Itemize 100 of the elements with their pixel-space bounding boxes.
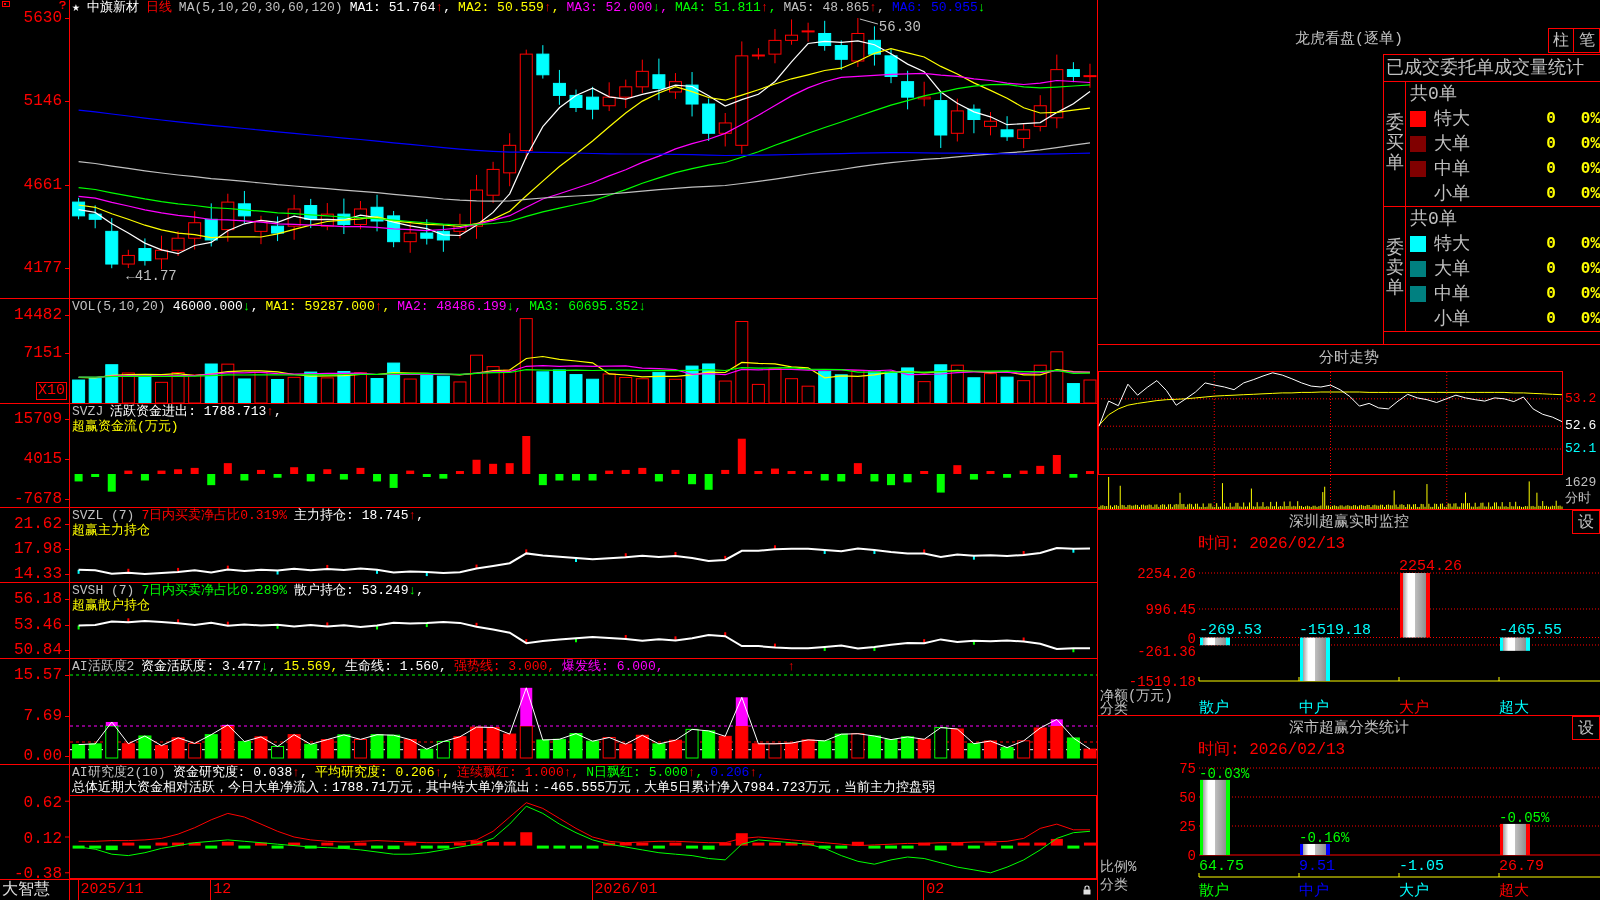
- indicator-reading: 主力持仓: 18.745↑,: [294, 508, 425, 523]
- lock-icon: [1083, 885, 1091, 895]
- indicator-reading: 爆发线: 6.000,: [562, 659, 664, 674]
- table-title: 已成交委托单成交量统计: [1384, 55, 1600, 82]
- indicator-subtitle: 超赢散户持仓: [72, 598, 150, 613]
- order-count: 0: [1546, 283, 1556, 304]
- axis-label: 4015: [23, 451, 69, 467]
- order-share: 0%: [1580, 258, 1600, 279]
- indicator-reading: 连续飘红: 1.000↑,: [457, 765, 580, 780]
- axis-label: 0.12: [23, 829, 62, 848]
- unit-badge: X10: [36, 382, 67, 400]
- change-label: -0.03%: [1199, 766, 1250, 782]
- axis-tick-label: 25: [1179, 819, 1196, 835]
- axis-label: 7151: [23, 344, 69, 361]
- axis-label: 4661: [23, 176, 69, 193]
- order-type: 小单: [1434, 308, 1471, 329]
- indicator-subtitle: 超赢资金流(万元): [72, 419, 179, 434]
- order-type: 大单: [1434, 258, 1471, 279]
- indicator-params: MA(5,10,20,30,60,120): [178, 0, 343, 15]
- panel-title: 龙虎看盘(逐单): [1295, 31, 1403, 48]
- indicator-reading: MA1: 51.764↑,: [349, 0, 452, 15]
- mode-button[interactable]: 柱: [1548, 28, 1574, 53]
- bar-value-label: -465.55: [1499, 621, 1562, 639]
- order-type: 中单: [1434, 158, 1471, 179]
- mode-button[interactable]: 笔: [1574, 28, 1600, 53]
- indicator-note: 7日内买卖净占比0.289%: [141, 583, 288, 598]
- order-count: 0: [1546, 108, 1556, 129]
- order-count: 0: [1546, 183, 1556, 204]
- category-label: 大户: [1399, 700, 1429, 715]
- axis-label: 7.69: [23, 707, 69, 724]
- order-share: 0%: [1580, 308, 1600, 329]
- order-total: 共0单: [1409, 208, 1458, 231]
- settings-button[interactable]: 设: [1572, 716, 1600, 740]
- order-type: 中单: [1434, 283, 1471, 304]
- order-share: 0%: [1580, 233, 1600, 254]
- axis-label: 4177: [23, 260, 69, 276]
- axis-tick-label: -1519.18: [1128, 674, 1196, 690]
- order-share: 0%: [1580, 183, 1600, 204]
- signal-arrow: ↑: [787, 659, 796, 674]
- indicator-reading: MA3: 52.000↓,: [566, 0, 668, 15]
- chart-bar: [1300, 843, 1330, 855]
- order-count: 0: [1546, 133, 1556, 154]
- indicator-reading: 活跃资金进出: 1788.713↑,: [110, 404, 282, 419]
- bar-value-label: -1.05: [1399, 858, 1444, 875]
- category-label: 散户: [1199, 883, 1229, 900]
- date-label: 2026/01: [591, 880, 658, 900]
- axis-label: 5146: [23, 93, 69, 110]
- analysis-summary: 总体近期大资金相对活跃，今日大单净流入：1788.71万元，其中特大单净流出：-465.555万元，大单5日累计净入7984.723万元，当前主力控盘弱: [72, 780, 936, 795]
- stock-name: 中旗新材: [86, 0, 139, 15]
- indicator-reading: 15.569,: [283, 659, 339, 674]
- group-label: 委卖单: [1385, 239, 1404, 299]
- price-annotation: ←41.77: [126, 268, 177, 284]
- chart-bar: [1200, 637, 1230, 646]
- order-count: 0: [1546, 308, 1556, 329]
- date-time-label: 时间: 2026/02/13: [1198, 740, 1346, 760]
- chart-bar: [1500, 823, 1530, 855]
- indicator-note: 7日内买卖净占比0.319%: [141, 508, 288, 523]
- bar-value-label: 9.51: [1299, 858, 1335, 875]
- category-label: 超大: [1499, 700, 1529, 715]
- indicator-reading: 生命线: 1.560,: [345, 659, 447, 674]
- axis-label: 15.57: [14, 667, 69, 683]
- axis-label: 53.46: [14, 616, 69, 633]
- axis-label: 21.62: [14, 516, 69, 532]
- settings-button[interactable]: 设: [1572, 510, 1600, 534]
- order-share: 0%: [1580, 133, 1600, 154]
- group-label: 委买单: [1385, 114, 1404, 174]
- date-label: 02: [923, 880, 945, 900]
- indicator-reading: 46000.000↓,: [172, 299, 259, 314]
- bar-value-label: 2254.26: [1399, 558, 1462, 575]
- indicator-reading: MA6: 50.955↓: [891, 0, 986, 15]
- bar-value-label: -269.53: [1199, 621, 1262, 639]
- axis-tick-label: 2254.26: [1137, 566, 1196, 582]
- date-label: 2025/11: [77, 880, 144, 900]
- axis-label: -7678: [14, 491, 69, 507]
- panel-title: 深圳超赢实时监控: [1289, 513, 1409, 531]
- category-label: 超大: [1499, 883, 1529, 900]
- axis-label: 14482: [14, 307, 69, 323]
- chart-bar: [1300, 637, 1330, 681]
- indicator-reading: MA2: 48486.199↓,: [397, 299, 523, 314]
- axis-label: 50.84: [14, 642, 69, 658]
- indicator-title: SVZL (7): [72, 508, 135, 523]
- order-share: 0%: [1580, 108, 1600, 129]
- order-total: 共0单: [1409, 83, 1458, 106]
- indicator-reading: 强势线: 3.000,: [453, 659, 556, 674]
- indicator-reading: 资金研究度: 0.038↑,: [172, 765, 308, 780]
- order-type: 大单: [1434, 133, 1471, 154]
- change-label: -0.16%: [1299, 829, 1350, 846]
- chart-bar: [1400, 573, 1430, 638]
- category-label: 中户: [1299, 883, 1329, 900]
- window-icon[interactable]: [2, 1, 10, 8]
- panel-title: 深市超赢分类统计: [1289, 719, 1409, 737]
- axis-label: 53.2: [1565, 391, 1597, 406]
- axis-tick-label: 0: [1187, 848, 1196, 864]
- help-icon[interactable]: [59, 1, 66, 9]
- order-share: 0%: [1580, 283, 1600, 304]
- indicator-reading: 平均研究度: 0.206↑,: [314, 765, 451, 780]
- bar-value-label: 26.79: [1499, 858, 1544, 875]
- indicator-title: VOL(5,10,20): [72, 299, 166, 314]
- axis-label: 52.6: [1565, 419, 1597, 434]
- indicator-reading: MA2: 50.559↑,: [458, 0, 560, 15]
